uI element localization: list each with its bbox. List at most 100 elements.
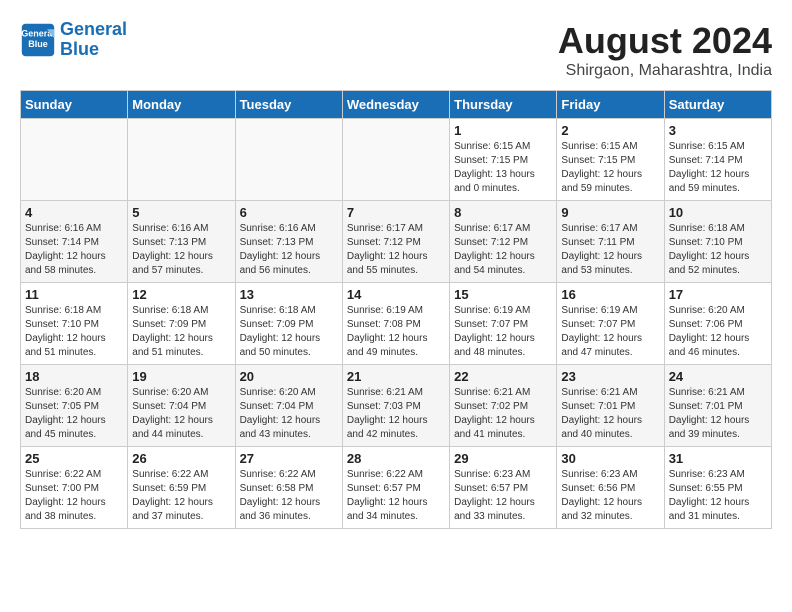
calendar-cell: 31Sunrise: 6:23 AM Sunset: 6:55 PM Dayli… xyxy=(664,447,771,529)
day-number: 12 xyxy=(132,287,230,302)
calendar-cell: 25 Sunrise: 6:22 AM Sunset: 7:00 PM Dayli… xyxy=(21,447,128,529)
day-number: 23 xyxy=(561,369,659,384)
day-number: 8 xyxy=(454,205,552,220)
page-subtitle: Shirgaon, Maharashtra, India xyxy=(558,62,772,80)
calendar-cell: 3Sunrise: 6:15 AM Sunset: 7:14 PM Daylig… xyxy=(664,119,771,201)
day-number: 4 xyxy=(25,205,123,220)
calendar-cell xyxy=(21,119,128,201)
calendar-cell: 7 Sunrise: 6:17 AM Sunset: 7:12 PM Daylig… xyxy=(342,201,449,283)
day-info: Sunrise: 6:19 AM Sunset: 7:07 PM Dayligh… xyxy=(561,304,659,360)
calendar-cell xyxy=(342,119,449,201)
day-number: 18 xyxy=(25,369,123,384)
calendar-cell: 21 Sunrise: 6:21 AM Sunset: 7:03 PM Dayli… xyxy=(342,365,449,447)
calendar-cell: 1 Sunrise: 6:15 AM Sunset: 7:15 PM Daylig… xyxy=(450,119,557,201)
calendar-week-row: 25 Sunrise: 6:22 AM Sunset: 7:00 PM Dayli… xyxy=(21,447,772,529)
calendar-cell: 14 Sunrise: 6:19 AM Sunset: 7:08 PM Dayli… xyxy=(342,283,449,365)
calendar-week-row: 18 Sunrise: 6:20 AM Sunset: 7:05 PM Dayli… xyxy=(21,365,772,447)
calendar-cell: 22Sunrise: 6:21 AM Sunset: 7:02 PM Dayli… xyxy=(450,365,557,447)
calendar-cell: 30 Sunrise: 6:23 AM Sunset: 6:56 PM Dayli… xyxy=(557,447,664,529)
day-info: Sunrise: 6:16 AM Sunset: 7:14 PM Dayligh… xyxy=(25,222,123,278)
day-number: 13 xyxy=(240,287,338,302)
day-number: 5 xyxy=(132,205,230,220)
day-number: 11 xyxy=(25,287,123,302)
day-number: 15 xyxy=(454,287,552,302)
day-info: Sunrise: 6:21 AM Sunset: 7:03 PM Dayligh… xyxy=(347,386,445,442)
day-info: Sunrise: 6:21 AM Sunset: 7:01 PM Dayligh… xyxy=(669,386,767,442)
page-title: August 2024 xyxy=(558,20,772,62)
calendar-cell: 8 Sunrise: 6:17 AM Sunset: 7:12 PM Daylig… xyxy=(450,201,557,283)
day-info: Sunrise: 6:23 AM Sunset: 6:56 PM Dayligh… xyxy=(561,468,659,524)
calendar-cell xyxy=(235,119,342,201)
calendar-cell: 6 Sunrise: 6:16 AM Sunset: 7:13 PM Daylig… xyxy=(235,201,342,283)
day-number: 1 xyxy=(454,123,552,138)
calendar-cell: 29 Sunrise: 6:23 AM Sunset: 6:57 PM Dayli… xyxy=(450,447,557,529)
day-info: Sunrise: 6:16 AM Sunset: 7:13 PM Dayligh… xyxy=(132,222,230,278)
logo: General Blue General Blue xyxy=(20,20,127,60)
weekday-header: Sunday xyxy=(21,91,128,119)
logo-line1: General xyxy=(60,19,127,39)
calendar-cell: 16 Sunrise: 6:19 AM Sunset: 7:07 PM Dayli… xyxy=(557,283,664,365)
svg-text:Blue: Blue xyxy=(28,39,48,49)
day-number: 24 xyxy=(669,369,767,384)
day-info: Sunrise: 6:22 AM Sunset: 6:57 PM Dayligh… xyxy=(347,468,445,524)
day-number: 7 xyxy=(347,205,445,220)
logo-line2: Blue xyxy=(60,39,99,59)
day-info: Sunrise: 6:23 AM Sunset: 6:57 PM Dayligh… xyxy=(454,468,552,524)
calendar-cell: 28Sunrise: 6:22 AM Sunset: 6:57 PM Dayli… xyxy=(342,447,449,529)
day-number: 21 xyxy=(347,369,445,384)
day-number: 20 xyxy=(240,369,338,384)
day-info: Sunrise: 6:15 AM Sunset: 7:15 PM Dayligh… xyxy=(454,140,552,196)
calendar-cell: 11Sunrise: 6:18 AM Sunset: 7:10 PM Dayli… xyxy=(21,283,128,365)
calendar-cell: 13 Sunrise: 6:18 AM Sunset: 7:09 PM Dayli… xyxy=(235,283,342,365)
day-info: Sunrise: 6:17 AM Sunset: 7:11 PM Dayligh… xyxy=(561,222,659,278)
calendar-week-row: 4 Sunrise: 6:16 AM Sunset: 7:14 PM Daylig… xyxy=(21,201,772,283)
day-info: Sunrise: 6:17 AM Sunset: 7:12 PM Dayligh… xyxy=(347,222,445,278)
calendar-cell: 23 Sunrise: 6:21 AM Sunset: 7:01 PM Dayli… xyxy=(557,365,664,447)
day-number: 31 xyxy=(669,451,767,466)
day-number: 26 xyxy=(132,451,230,466)
weekday-header: Friday xyxy=(557,91,664,119)
calendar-cell: 2Sunrise: 6:15 AM Sunset: 7:15 PM Daylig… xyxy=(557,119,664,201)
calendar-cell: 15 Sunrise: 6:19 AM Sunset: 7:07 PM Dayli… xyxy=(450,283,557,365)
day-number: 27 xyxy=(240,451,338,466)
day-info: Sunrise: 6:22 AM Sunset: 6:58 PM Dayligh… xyxy=(240,468,338,524)
calendar-table: SundayMondayTuesdayWednesdayThursdayFrid… xyxy=(20,90,772,529)
calendar-cell: 24 Sunrise: 6:21 AM Sunset: 7:01 PM Dayli… xyxy=(664,365,771,447)
calendar-header-row: SundayMondayTuesdayWednesdayThursdayFrid… xyxy=(21,91,772,119)
day-info: Sunrise: 6:20 AM Sunset: 7:04 PM Dayligh… xyxy=(240,386,338,442)
calendar-cell: 27 Sunrise: 6:22 AM Sunset: 6:58 PM Dayli… xyxy=(235,447,342,529)
calendar-week-row: 11Sunrise: 6:18 AM Sunset: 7:10 PM Dayli… xyxy=(21,283,772,365)
weekday-header: Tuesday xyxy=(235,91,342,119)
day-info: Sunrise: 6:19 AM Sunset: 7:07 PM Dayligh… xyxy=(454,304,552,360)
calendar-cell: 9 Sunrise: 6:17 AM Sunset: 7:11 PM Daylig… xyxy=(557,201,664,283)
page-header: General Blue General Blue August 2024 Sh… xyxy=(20,20,772,80)
calendar-cell: 12 Sunrise: 6:18 AM Sunset: 7:09 PM Dayli… xyxy=(128,283,235,365)
weekday-header: Thursday xyxy=(450,91,557,119)
day-info: Sunrise: 6:18 AM Sunset: 7:09 PM Dayligh… xyxy=(240,304,338,360)
weekday-header: Wednesday xyxy=(342,91,449,119)
day-number: 22 xyxy=(454,369,552,384)
day-info: Sunrise: 6:19 AM Sunset: 7:08 PM Dayligh… xyxy=(347,304,445,360)
day-number: 6 xyxy=(240,205,338,220)
day-number: 14 xyxy=(347,287,445,302)
weekday-header: Saturday xyxy=(664,91,771,119)
day-info: Sunrise: 6:18 AM Sunset: 7:09 PM Dayligh… xyxy=(132,304,230,360)
day-number: 9 xyxy=(561,205,659,220)
logo-icon: General Blue xyxy=(20,22,56,58)
day-number: 25 xyxy=(25,451,123,466)
day-info: Sunrise: 6:16 AM Sunset: 7:13 PM Dayligh… xyxy=(240,222,338,278)
calendar-week-row: 1 Sunrise: 6:15 AM Sunset: 7:15 PM Daylig… xyxy=(21,119,772,201)
day-number: 29 xyxy=(454,451,552,466)
day-number: 30 xyxy=(561,451,659,466)
calendar-cell: 4 Sunrise: 6:16 AM Sunset: 7:14 PM Daylig… xyxy=(21,201,128,283)
day-info: Sunrise: 6:20 AM Sunset: 7:05 PM Dayligh… xyxy=(25,386,123,442)
day-info: Sunrise: 6:18 AM Sunset: 7:10 PM Dayligh… xyxy=(669,222,767,278)
day-number: 3 xyxy=(669,123,767,138)
day-info: Sunrise: 6:22 AM Sunset: 7:00 PM Dayligh… xyxy=(25,468,123,524)
day-info: Sunrise: 6:17 AM Sunset: 7:12 PM Dayligh… xyxy=(454,222,552,278)
day-info: Sunrise: 6:21 AM Sunset: 7:01 PM Dayligh… xyxy=(561,386,659,442)
day-info: Sunrise: 6:15 AM Sunset: 7:15 PM Dayligh… xyxy=(561,140,659,196)
day-number: 16 xyxy=(561,287,659,302)
calendar-cell: 20 Sunrise: 6:20 AM Sunset: 7:04 PM Dayli… xyxy=(235,365,342,447)
day-info: Sunrise: 6:20 AM Sunset: 7:04 PM Dayligh… xyxy=(132,386,230,442)
